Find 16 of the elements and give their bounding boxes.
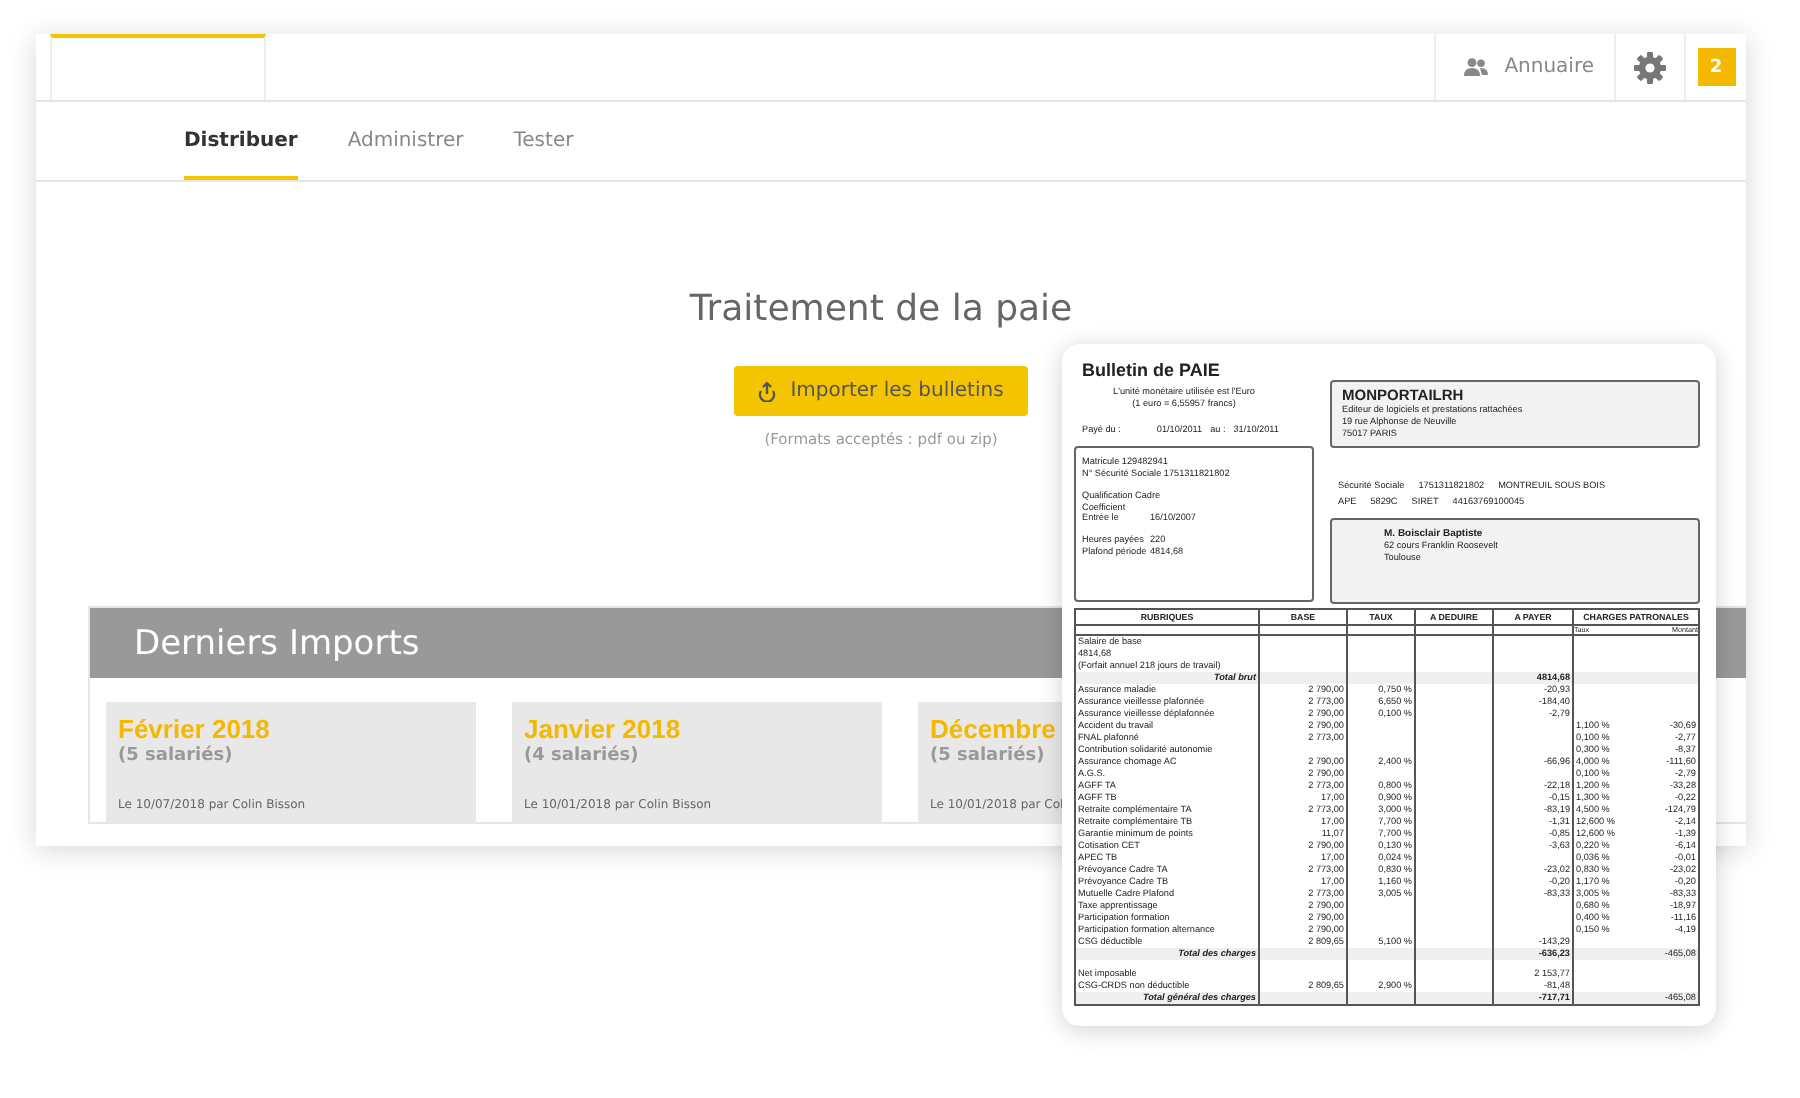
settings-icon[interactable] xyxy=(1634,51,1666,83)
employee-count: (5 salariés) xyxy=(930,746,1045,766)
tab[interactable]: Administrer xyxy=(347,102,464,180)
payslip-title: Bulletin de PAIE xyxy=(1082,360,1222,383)
employee-count: (4 salariés) xyxy=(524,746,639,766)
people-icon xyxy=(1464,58,1489,76)
employee-count: (5 salariés) xyxy=(118,746,233,766)
tab[interactable]: Tester xyxy=(513,102,574,180)
upload-icon xyxy=(758,381,777,401)
page-title: Traitement de la paie xyxy=(689,288,1073,330)
card-title: Février 2018 xyxy=(118,714,270,744)
card-title: Janvier 2018 xyxy=(524,714,681,744)
card-title: Décembre xyxy=(930,714,1056,744)
import-button[interactable]: Importer les bulletins xyxy=(734,366,1028,416)
directory-button[interactable]: Annuaire xyxy=(1434,34,1616,100)
tab[interactable]: Distribuer xyxy=(184,102,298,180)
